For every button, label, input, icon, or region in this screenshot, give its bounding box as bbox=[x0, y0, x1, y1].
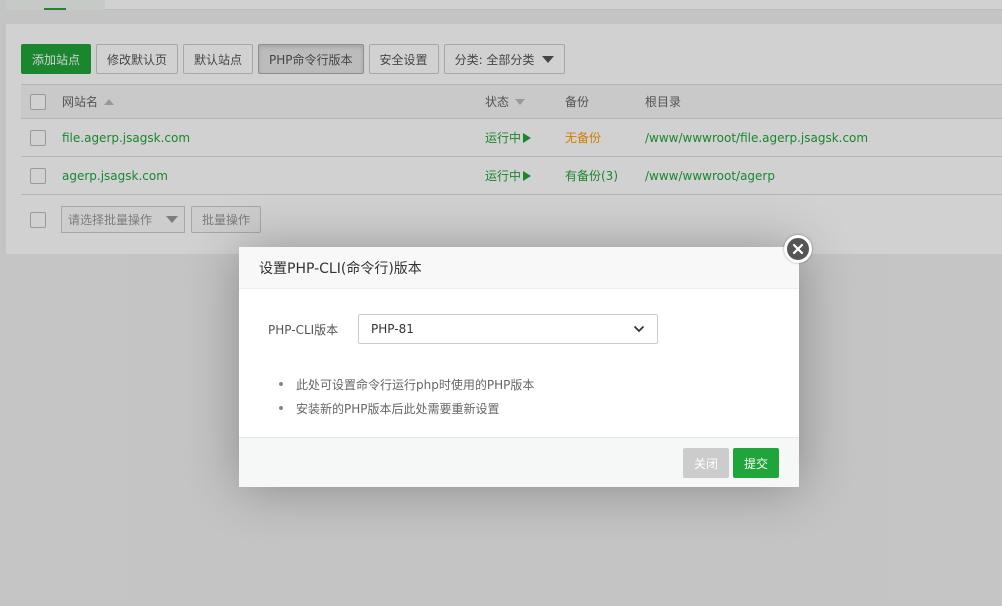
tip-item: 此处可设置命令行运行php时使用的PHP版本 bbox=[279, 372, 534, 396]
php-cli-dialog: 设置PHP-CLI(命令行)版本 PHP-CLI版本 PHP-81 此处可设置命… bbox=[239, 235, 812, 487]
close-icon-glyph bbox=[792, 243, 804, 255]
chevron-down-icon bbox=[633, 325, 645, 333]
php-cli-version-value: PHP-81 bbox=[371, 322, 414, 336]
php-cli-version-row: PHP-CLI版本 PHP-81 bbox=[268, 314, 658, 344]
page-background: 添加站点 修改默认页 默认站点 PHP命令行版本 安全设置 分类: 全部分类 网… bbox=[0, 0, 1002, 606]
php-cli-version-select[interactable]: PHP-81 bbox=[358, 314, 658, 344]
submit-button[interactable]: 提交 bbox=[733, 448, 780, 478]
dialog-title: 设置PHP-CLI(命令行)版本 bbox=[239, 247, 799, 289]
dialog-footer: 关闭 提交 bbox=[239, 437, 799, 487]
close-button[interactable]: 关闭 bbox=[683, 448, 730, 478]
dialog-tips: 此处可设置命令行运行php时使用的PHP版本 安装新的PHP版本后此处需要重新设… bbox=[279, 372, 534, 420]
close-icon[interactable] bbox=[784, 235, 812, 263]
tip-item: 安装新的PHP版本后此处需要重新设置 bbox=[279, 396, 534, 420]
php-cli-version-label: PHP-CLI版本 bbox=[268, 322, 339, 337]
